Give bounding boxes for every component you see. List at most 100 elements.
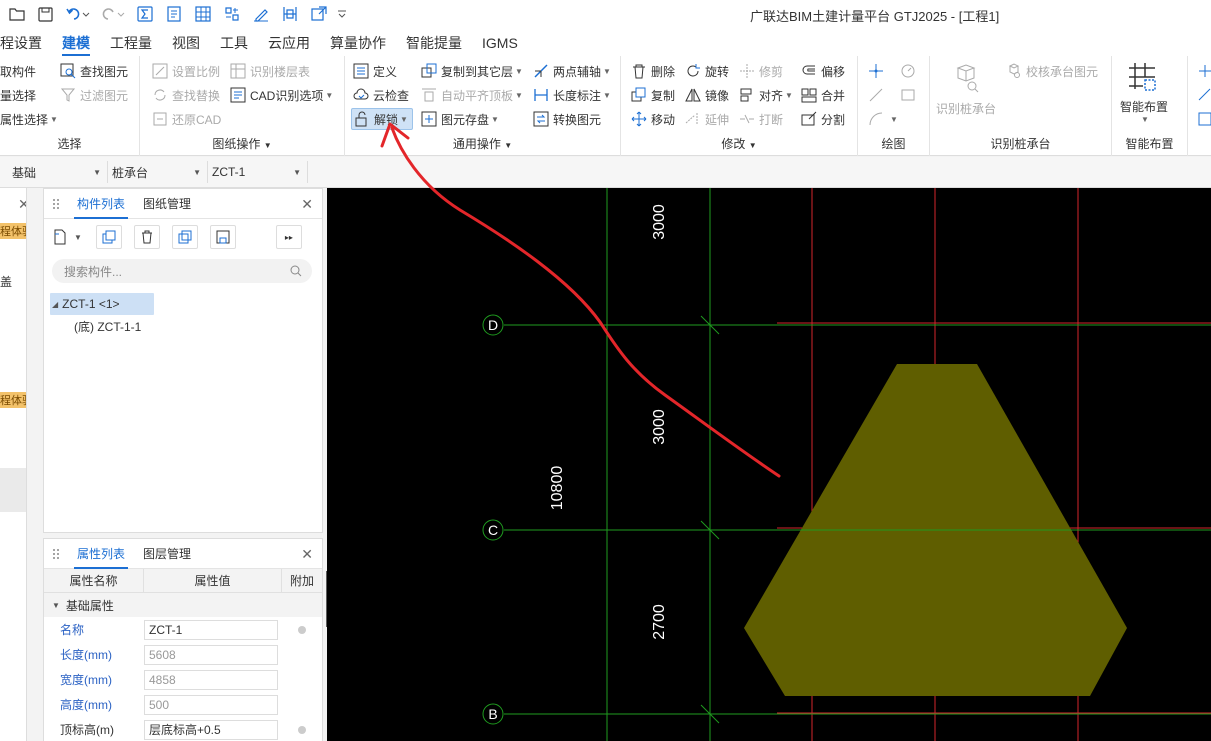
- split-button[interactable]: 分割: [801, 108, 845, 130]
- arc-tool[interactable]: ▼: [868, 108, 898, 130]
- tab-layer-management[interactable]: 图层管理: [134, 539, 200, 569]
- delete-button[interactable]: 删除: [631, 60, 675, 82]
- tab-drawing-management[interactable]: 图纸管理: [134, 189, 200, 219]
- extra-tool-2[interactable]: [1198, 84, 1211, 106]
- close-icon[interactable]: ✕: [18, 196, 26, 213]
- tree-node-zct-1-1[interactable]: (底) ZCT-1-1: [44, 315, 322, 337]
- type-selector[interactable]: 桩承台 ▼: [108, 161, 208, 183]
- restore-cad-button[interactable]: 还原CAD: [152, 108, 221, 130]
- more-icon[interactable]: [333, 0, 351, 28]
- break-button[interactable]: 打断: [739, 108, 783, 130]
- property-select-button[interactable]: 属性选择 ▼: [0, 108, 58, 130]
- cad-options-button[interactable]: CAD识别选项 ▼: [230, 84, 333, 106]
- drawing-canvas[interactable]: D C B 3000 3000 2700 10800: [327, 188, 1211, 741]
- export-icon[interactable]: [304, 0, 333, 28]
- identify-floor-table-button[interactable]: 识别楼层表: [230, 60, 310, 82]
- tab-component-list[interactable]: 构件列表: [68, 189, 134, 219]
- property-value[interactable]: 4858: [144, 669, 278, 690]
- pen-icon[interactable]: [246, 0, 275, 28]
- close-icon[interactable]: ✕: [301, 196, 313, 213]
- two-point-axis-button[interactable]: 两点辅轴 ▼: [533, 60, 611, 82]
- tab-smart-takeoff[interactable]: 智能提量: [396, 28, 472, 56]
- rotate-button[interactable]: 旋转: [685, 60, 729, 82]
- property-value[interactable]: 层底标高+0.5: [144, 719, 278, 740]
- merge-button[interactable]: 合并: [801, 84, 845, 106]
- drag-handle-icon[interactable]: [44, 189, 68, 219]
- new-component-button[interactable]: [52, 225, 74, 249]
- rect-tool[interactable]: [900, 84, 920, 106]
- tab-tools[interactable]: 工具: [210, 28, 258, 56]
- smart-layout-button[interactable]: 智能布置 ▼: [1120, 60, 1168, 134]
- batch-select-button[interactable]: 量选择: [0, 84, 36, 106]
- copy-to-layer-button[interactable]: 复制到其它层 ▼: [421, 60, 523, 82]
- offset-button[interactable]: 偏移: [801, 60, 845, 82]
- tree-node-zct-1[interactable]: ◢ ZCT-1 <1>: [50, 293, 154, 315]
- unlock-button[interactable]: 解锁 ▼: [351, 108, 413, 130]
- define-button[interactable]: 定义: [353, 60, 397, 82]
- tab-collaboration[interactable]: 算量协作: [320, 28, 396, 56]
- property-value[interactable]: 5608: [144, 644, 278, 665]
- property-value[interactable]: 500: [144, 694, 278, 715]
- verify-pile-cap-button[interactable]: 校核承台图元: [1006, 60, 1098, 82]
- rotate-point-tool[interactable]: [900, 60, 920, 82]
- undo-icon[interactable]: [60, 0, 96, 28]
- component-selector[interactable]: ZCT-1 ▼: [208, 161, 308, 183]
- drag-handle-icon[interactable]: [44, 539, 68, 569]
- save-component-button[interactable]: [209, 225, 236, 249]
- find-replace-button[interactable]: 查找替换: [152, 84, 220, 106]
- save-icon[interactable]: [31, 0, 60, 28]
- extra-tool-1[interactable]: [1198, 60, 1211, 82]
- tab-igms[interactable]: IGMS: [472, 28, 528, 56]
- trim-button[interactable]: 修剪: [739, 60, 783, 82]
- pick-component-button[interactable]: 取构件: [0, 60, 36, 82]
- expand-button[interactable]: ▸▸: [275, 225, 302, 249]
- property-section[interactable]: ▼ 基础属性: [44, 593, 322, 617]
- tab-quantities[interactable]: 工程量: [100, 28, 162, 56]
- triangle-down-icon[interactable]: ◢: [52, 300, 58, 309]
- extra-tool-3[interactable]: [1198, 108, 1211, 130]
- property-value[interactable]: ZCT-1: [144, 619, 278, 640]
- cad-drawing[interactable]: D C B 3000 3000 2700 10800: [327, 188, 1211, 741]
- layout-icon[interactable]: [217, 0, 246, 28]
- save-elements-label: 图元存盘: [441, 112, 490, 127]
- mirror-button[interactable]: 镜像: [685, 84, 729, 106]
- split-icon[interactable]: [275, 0, 304, 28]
- line-tool[interactable]: [868, 84, 888, 106]
- close-icon[interactable]: ✕: [301, 546, 313, 563]
- attach-checkbox[interactable]: [298, 625, 306, 634]
- floor-selector[interactable]: 基础 ▼: [0, 161, 108, 183]
- nav-selected-item[interactable]: [0, 468, 26, 512]
- filter-element-button[interactable]: 过滤图元: [60, 84, 128, 106]
- save-elements-button[interactable]: 图元存盘 ▼: [421, 108, 499, 130]
- tab-property-list[interactable]: 属性列表: [68, 539, 134, 569]
- copy-button[interactable]: 复制: [631, 84, 675, 106]
- length-dimension-button[interactable]: 长度标注 ▼: [533, 84, 611, 106]
- cloud-check-button[interactable]: 云检查: [353, 84, 409, 106]
- trial-badge[interactable]: 程体验: [0, 392, 26, 408]
- report-icon[interactable]: [159, 0, 188, 28]
- folder-icon[interactable]: [2, 0, 31, 28]
- find-element-button[interactable]: 查找图元: [60, 60, 128, 82]
- set-scale-button[interactable]: 设置比例: [152, 60, 220, 82]
- tab-modeling[interactable]: 建模: [52, 28, 100, 56]
- move-button[interactable]: 移动: [631, 108, 675, 130]
- sum-icon[interactable]: [130, 0, 159, 28]
- identify-pile-cap-button[interactable]: 识别桩承台: [936, 60, 996, 120]
- align-button[interactable]: 对齐 ▼: [739, 84, 793, 106]
- tab-view[interactable]: 视图: [162, 28, 210, 56]
- grid-icon[interactable]: [188, 0, 217, 28]
- chevron-down-icon[interactable]: ▼: [74, 233, 82, 242]
- point-tool[interactable]: [868, 60, 888, 82]
- extend-button[interactable]: 延伸: [685, 108, 729, 130]
- tab-project-settings[interactable]: 程设置: [0, 28, 52, 56]
- trial-badge[interactable]: 程体验: [0, 223, 26, 239]
- convert-element-button[interactable]: 转换图元: [533, 108, 601, 130]
- tab-cloud[interactable]: 云应用: [258, 28, 320, 56]
- redo-icon[interactable]: [96, 0, 130, 28]
- layer-copy-button[interactable]: [171, 225, 198, 249]
- delete-component-button[interactable]: [133, 225, 160, 249]
- attach-checkbox[interactable]: [298, 725, 306, 734]
- component-search-input[interactable]: 搜索构件...: [52, 259, 312, 283]
- copy-component-button[interactable]: [95, 225, 122, 249]
- auto-align-top-button[interactable]: 自动平齐顶板 ▼: [421, 84, 523, 106]
